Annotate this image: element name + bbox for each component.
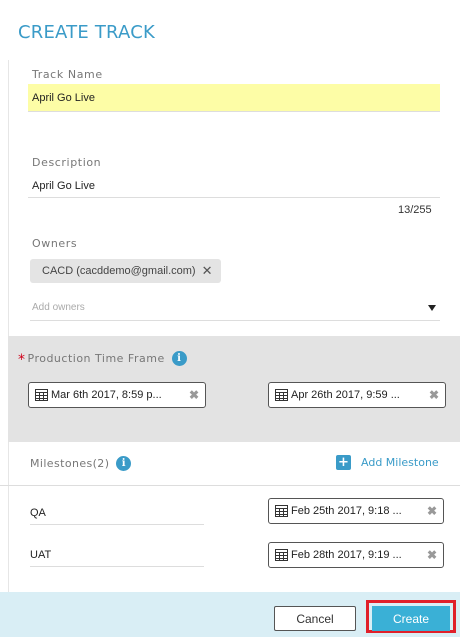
time-frame-label-text: Production Time Frame <box>27 351 165 365</box>
milestone-date-picker-uat[interactable]: Feb 28th 2017, 9:19 ... ✖ <box>268 542 444 568</box>
calendar-icon <box>275 389 288 401</box>
owner-chip: CACD (cacddemo@gmail.com) ✕ <box>30 259 221 283</box>
milestones-label-text: Milestones(2) <box>30 457 110 470</box>
owners-label: Owners <box>32 237 78 250</box>
required-marker: * <box>18 352 26 368</box>
description-input[interactable] <box>28 174 440 198</box>
start-date-value: Mar 6th 2017, 8:59 p... <box>51 389 162 401</box>
info-icon[interactable]: i <box>116 456 132 471</box>
track-name-input[interactable] <box>28 84 440 112</box>
cancel-button[interactable]: Cancel <box>274 606 356 631</box>
clear-start-date-icon[interactable]: ✖ <box>189 388 199 402</box>
clear-milestone-date-icon[interactable]: ✖ <box>427 504 437 518</box>
remove-owner-icon[interactable]: ✕ <box>202 263 213 279</box>
character-count: 13/255 <box>398 204 432 216</box>
production-time-frame-label: * Production Time Frame i <box>18 350 187 368</box>
calendar-icon <box>275 549 288 561</box>
page-title: CREATE TRACK <box>18 22 155 43</box>
clear-end-date-icon[interactable]: ✖ <box>429 388 439 402</box>
add-owners-input[interactable] <box>30 295 440 321</box>
milestone-date-value: Feb 28th 2017, 9:19 ... <box>291 549 402 561</box>
milestones-header: Milestones(2) i + Add Milestone <box>0 442 460 486</box>
dialog-header: CREATE TRACK <box>0 0 460 60</box>
milestone-date-picker-qa[interactable]: Feb 25th 2017, 9:18 ... ✖ <box>268 498 444 524</box>
clear-milestone-date-icon[interactable]: ✖ <box>427 548 437 562</box>
milestones-label: Milestones(2) i <box>30 456 132 471</box>
milestone-name-qa[interactable]: QA <box>30 507 204 525</box>
track-name-label: Track Name <box>32 68 103 81</box>
create-button[interactable]: Create <box>372 606 450 631</box>
milestone-name-uat[interactable]: UAT <box>30 549 204 567</box>
production-time-frame-section: * Production Time Frame i Mar 6th 2017, … <box>8 336 460 442</box>
info-icon[interactable]: i <box>171 350 187 366</box>
plus-icon: + <box>336 455 351 470</box>
calendar-icon <box>275 505 288 517</box>
owners-dropdown-caret-icon[interactable] <box>428 305 436 311</box>
add-milestone-label: Add Milestone <box>361 456 439 469</box>
description-label: Description <box>32 156 102 169</box>
calendar-icon <box>35 389 48 401</box>
start-date-picker[interactable]: Mar 6th 2017, 8:59 p... ✖ <box>28 382 206 408</box>
add-milestone-button[interactable]: + Add Milestone <box>336 455 439 470</box>
dialog-footer: Cancel Create <box>0 592 460 637</box>
milestone-date-value: Feb 25th 2017, 9:18 ... <box>291 505 402 517</box>
end-date-picker[interactable]: Apr 26th 2017, 9:59 ... ✖ <box>268 382 446 408</box>
owner-chip-label: CACD (cacddemo@gmail.com) <box>42 265 196 277</box>
end-date-value: Apr 26th 2017, 9:59 ... <box>291 389 400 401</box>
left-border <box>8 60 9 592</box>
